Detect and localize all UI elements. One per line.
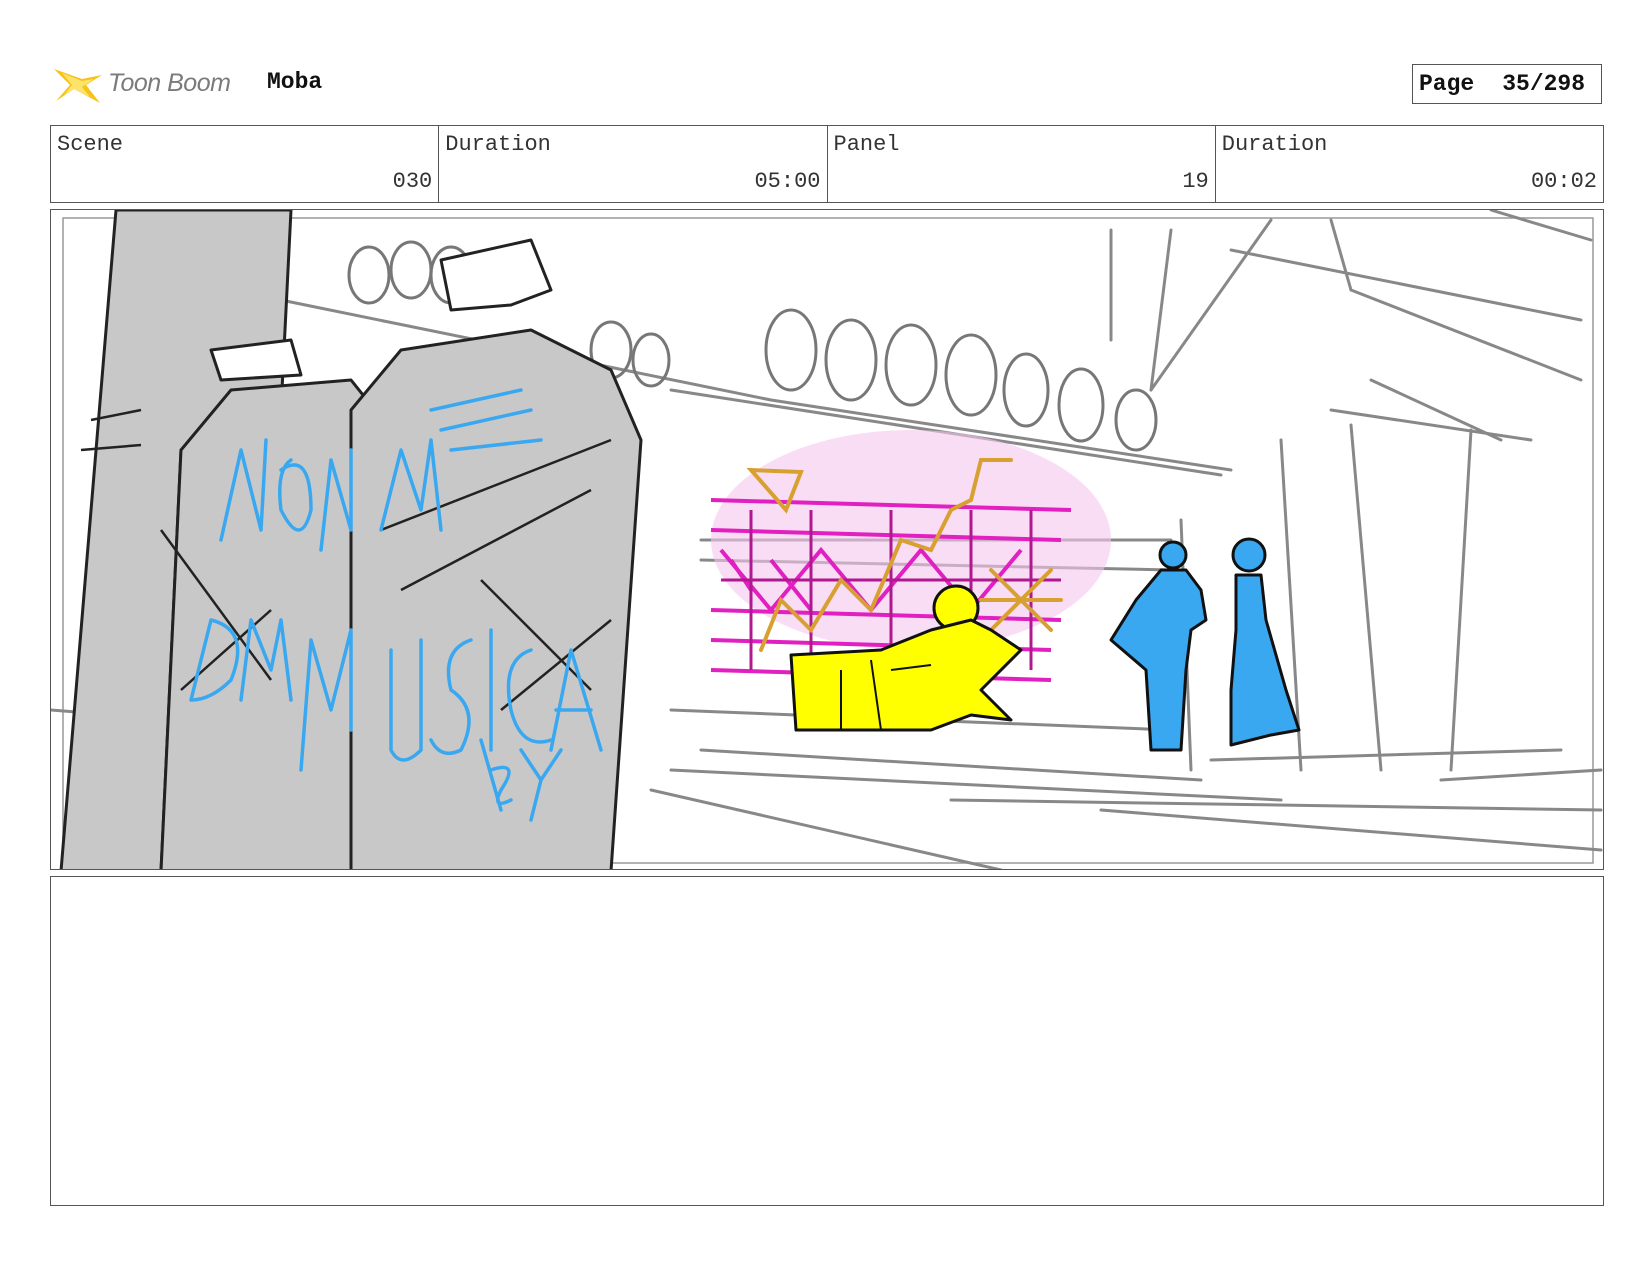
panel-info-row: Scene 030 Duration 05:00 Panel 19 Durati… [50,125,1604,203]
scene-duration-value: 05:00 [754,169,821,194]
page-indicator: Page 35/298 [1412,64,1602,104]
page-header: Toon Boom Moba Page 35/298 [52,55,1607,111]
storyboard-panel-image [50,209,1604,870]
panel-cell: Panel 19 [828,126,1216,202]
panel-duration-label: Duration [1221,132,1328,157]
panel-value: 19 [1182,169,1209,194]
panel-duration-value: 00:02 [1530,169,1597,194]
scene-cell: Scene 030 [51,126,440,202]
flash-icon [54,69,102,103]
storyboard-sketch-icon [51,210,1603,869]
project-name: Moba [267,69,323,95]
scene-value: 030 [392,169,433,194]
scene-label: Scene [57,132,124,157]
page-label: Page [1419,71,1475,97]
logo-text: Toon Boom [108,69,231,97]
toon-boom-logo: Toon Boom [52,59,252,109]
scene-duration-label: Duration [445,132,551,157]
page-value: 35/298 [1502,71,1586,97]
panel-notes-area[interactable] [50,876,1604,1206]
panel-label: Panel [833,132,900,157]
panel-duration-cell: Duration 00:02 [1216,126,1603,202]
scene-duration-cell: Duration 05:00 [439,126,828,202]
